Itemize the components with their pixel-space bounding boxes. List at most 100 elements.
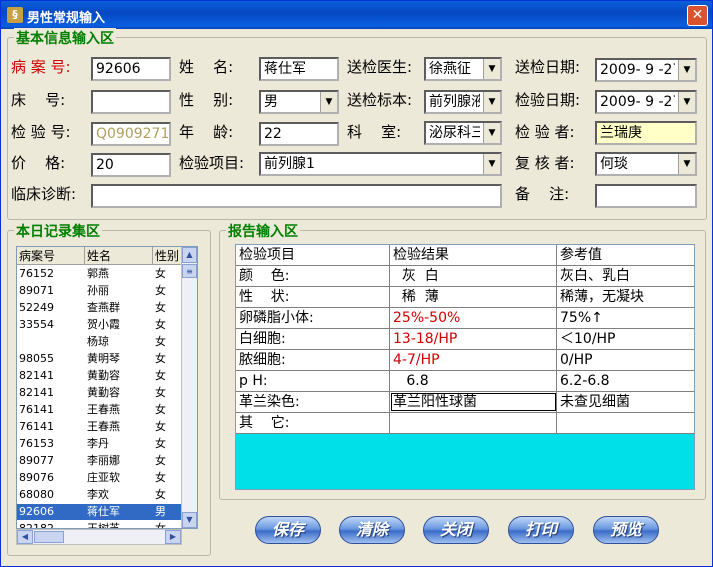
scroll-thumb[interactable]: ≡	[182, 264, 197, 278]
report-cell-ref: 6.2-6.8	[560, 373, 610, 389]
sex-select[interactable]: 男 ▼	[259, 90, 339, 114]
scroll-up-icon[interactable]: ▲	[182, 247, 197, 263]
chevron-down-icon[interactable]: ▼	[483, 59, 500, 79]
item-select[interactable]: 前列腺1 ▼	[259, 152, 502, 176]
case-no-field[interactable]: 92606	[91, 57, 171, 81]
reviewer-label: 复 核 者:	[515, 154, 575, 172]
table-row[interactable]: 89071 孙丽 女	[17, 283, 183, 299]
table-row[interactable]: 98055 黄明琴 女	[17, 351, 183, 367]
scroll-down-icon[interactable]: ▼	[182, 512, 197, 528]
report-cell-item: 白细胞:	[236, 329, 390, 349]
cell-sex: 女	[155, 335, 166, 348]
price-label: 价 格:	[11, 154, 66, 172]
chevron-down-icon[interactable]: ▼	[678, 154, 695, 174]
test-no-field[interactable]: Q0909271517	[91, 122, 171, 146]
table-row[interactable]: 89077 李丽娜 女	[17, 453, 183, 469]
age-label: 年 龄:	[179, 123, 234, 141]
bed-field[interactable]	[91, 90, 171, 114]
table-row[interactable]: 76141 王春燕 女	[17, 419, 183, 435]
diagnosis-label: 临床诊断:	[11, 185, 77, 203]
report-cell-ref: 灰白、乳白	[560, 268, 630, 284]
report-cell-item: 革兰染色:	[236, 392, 390, 412]
clear-button[interactable]: 清除	[339, 516, 405, 544]
cell-case-no: 82141	[19, 386, 54, 399]
doctor-select[interactable]: 徐燕征 ▼	[424, 57, 502, 81]
table-row[interactable]: 33554 贺小霞 女	[17, 317, 183, 333]
close-button[interactable]: 关闭	[423, 516, 489, 544]
header-sex[interactable]: 性别	[153, 247, 183, 265]
reviewer-select[interactable]: 何琰 ▼	[595, 152, 697, 176]
cell-sex: 女	[155, 454, 166, 467]
tester-field[interactable]: 兰瑞庚	[595, 121, 697, 145]
app-icon: §	[7, 7, 23, 23]
table-row[interactable]: 76153 李丹 女	[17, 436, 183, 452]
table-row[interactable]: 82182 王树芝 女	[17, 521, 183, 528]
doctor-label: 送检医生:	[347, 58, 413, 76]
test-date-picker[interactable]: 2009- 9 -27 ▼	[595, 90, 697, 114]
save-button[interactable]: 保存	[255, 516, 321, 544]
cell-name: 李丹	[87, 437, 109, 450]
cell-sex: 女	[155, 318, 166, 331]
report-cell-result[interactable]: 稀 薄	[390, 287, 557, 307]
chevron-down-icon[interactable]: ▼	[678, 60, 695, 80]
header-name[interactable]: 姓名	[85, 247, 153, 265]
report-cell-result[interactable]: 6.8	[390, 371, 557, 391]
report-cell-result[interactable]: 革兰阳性球菌	[390, 392, 557, 412]
cell-name: 贺小霞	[87, 318, 120, 331]
diagnosis-field[interactable]	[91, 184, 502, 208]
print-button[interactable]: 打印	[508, 516, 574, 544]
cell-case-no: 76141	[19, 403, 54, 416]
table-row[interactable]: 89076 庄亚软 女	[17, 470, 183, 486]
cell-sex: 女	[155, 437, 166, 450]
table-row[interactable]: 76152 郭燕 女	[17, 266, 183, 282]
item-label: 检验项目:	[179, 154, 245, 172]
records-vscrollbar[interactable]: ▲ ≡ ▼	[181, 247, 197, 528]
cell-sex: 女	[155, 369, 166, 382]
remark-field[interactable]	[595, 184, 697, 208]
dept-select[interactable]: 泌尿科三 ▼	[424, 121, 502, 145]
name-field[interactable]: 蒋仕军	[259, 57, 339, 81]
hscroll-thumb[interactable]	[34, 531, 64, 543]
age-field[interactable]: 22	[259, 122, 339, 146]
records-title: 本日记录集区	[14, 221, 102, 241]
specimen-select[interactable]: 前列腺液 ▼	[424, 90, 502, 114]
report-cell-ref: ＜10/HP	[560, 331, 616, 347]
price-field[interactable]: 20	[91, 153, 171, 177]
report-cell-result[interactable]: 灰 白	[390, 266, 557, 286]
chevron-down-icon[interactable]: ▼	[483, 154, 500, 174]
test-date-label: 检验日期:	[515, 91, 581, 109]
scroll-right-icon[interactable]: ▶	[165, 530, 181, 544]
table-row[interactable]: 82141 黄勤容 女	[17, 368, 183, 384]
chevron-down-icon[interactable]: ▼	[678, 92, 695, 112]
report-cell-result[interactable]: 25%-50%	[390, 308, 557, 328]
table-row[interactable]: 92606 蒋仕军 男	[17, 504, 183, 520]
chevron-down-icon[interactable]: ▼	[483, 92, 500, 112]
records-header: 病案号 姓名 性别	[17, 247, 183, 265]
cell-case-no: 82141	[19, 369, 54, 382]
report-cell-result[interactable]: 4-7/HP	[390, 350, 557, 370]
chevron-down-icon[interactable]: ▼	[483, 123, 500, 143]
cell-sex: 女	[155, 403, 166, 416]
report-cell-result[interactable]	[390, 413, 557, 433]
table-row[interactable]: 68080 李欢 女	[17, 487, 183, 503]
report-cell-ref: 未查见细菌	[560, 394, 630, 410]
report-header: 检验项目 检验结果 参考值	[236, 245, 694, 266]
report-cell-result[interactable]: 13-18/HP	[390, 329, 557, 349]
cell-sex: 女	[155, 488, 166, 501]
date-picker[interactable]: 2009- 9 -27 ▼	[595, 58, 697, 82]
scroll-left-icon[interactable]: ◀	[17, 530, 33, 544]
close-window-button[interactable]: ✕	[687, 5, 708, 26]
records-hscrollbar[interactable]: ◀ ▶	[16, 529, 182, 545]
table-row[interactable]: 76141 王春燕 女	[17, 402, 183, 418]
table-row[interactable]: 杨琼 女	[17, 334, 183, 350]
header-case-no[interactable]: 病案号	[17, 247, 85, 265]
chevron-down-icon[interactable]: ▼	[320, 92, 337, 112]
date-value: 2009- 9 -27	[600, 62, 675, 78]
cell-case-no: 76152	[19, 267, 54, 280]
report-cell-ref	[557, 413, 694, 433]
table-row[interactable]: 52249 查燕群 女	[17, 300, 183, 316]
preview-button[interactable]: 预览	[593, 516, 659, 544]
report-cell-item: 性 状:	[236, 287, 390, 307]
window-title: 男性常规输入	[27, 11, 106, 26]
table-row[interactable]: 82141 黄勤容 女	[17, 385, 183, 401]
